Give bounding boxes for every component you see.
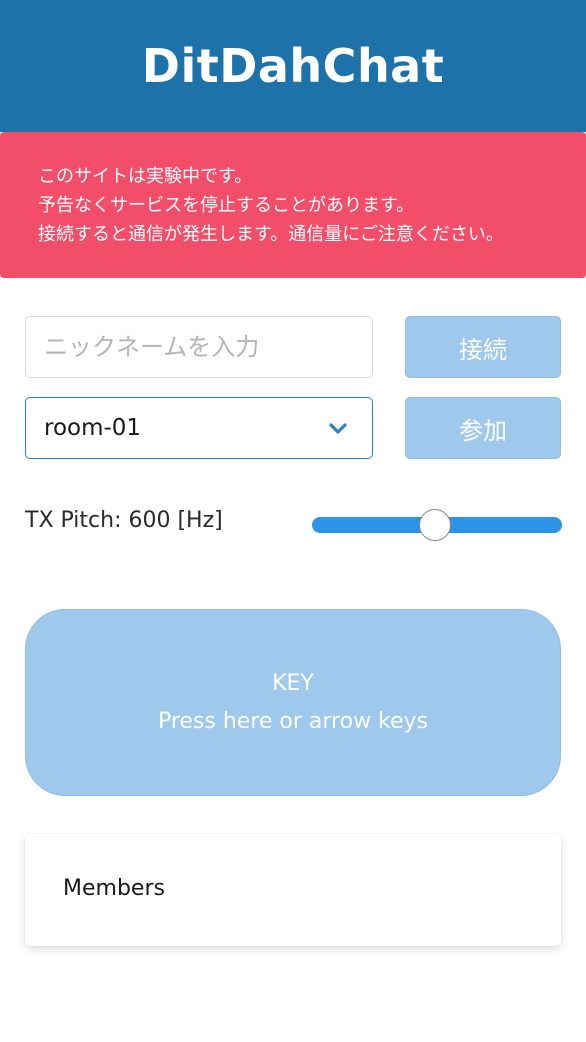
key-hint: Press here or arrow keys	[157, 708, 429, 734]
notice-line: 予告なくサービスを停止することがあります。	[38, 195, 415, 216]
nickname-input[interactable]	[25, 316, 373, 378]
tx-pitch-label: TX Pitch: 600 [Hz]	[25, 508, 223, 533]
slider-thumb[interactable]	[418, 509, 451, 541]
app-header: DitDahChat	[0, 0, 586, 132]
notice-line: 接続すると通信が発生します。通信量にご注意ください。	[38, 224, 504, 245]
room-select-value: room-01	[44, 415, 142, 441]
chevron-down-icon	[329, 423, 347, 434]
room-select[interactable]: room-01	[25, 397, 373, 459]
join-button[interactable]: 参加	[405, 397, 561, 459]
members-title: Members	[63, 876, 165, 901]
tx-pitch-slider[interactable]	[312, 509, 562, 541]
morse-key-button[interactable]: KEY Press here or arrow keys	[25, 609, 561, 796]
warning-notice: このサイトは実験中です。 予告なくサービスを停止することがあります。 接続すると…	[0, 132, 586, 278]
members-panel: Members	[25, 834, 561, 946]
notice-line: このサイトは実験中です。	[38, 166, 253, 187]
app-title: DitDahChat	[141, 39, 445, 93]
key-label: KEY	[272, 670, 314, 696]
connect-button[interactable]: 接続	[405, 316, 561, 378]
